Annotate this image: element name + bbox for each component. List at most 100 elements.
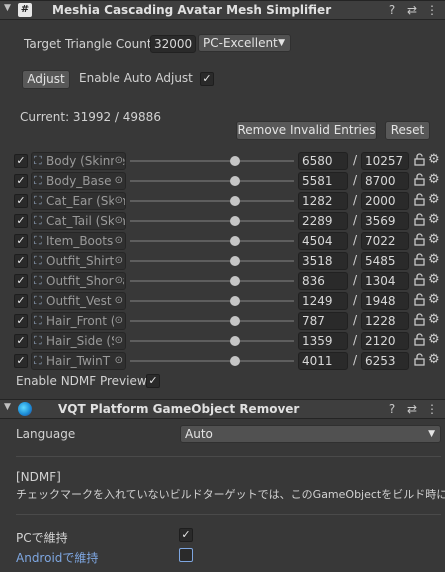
object-picker-icon[interactable]: ⊙ xyxy=(113,273,123,289)
entry-slider-track[interactable] xyxy=(130,300,294,302)
object-picker-icon[interactable]: ⊙ xyxy=(113,353,123,369)
menu-icon[interactable]: ⋮ xyxy=(425,3,439,17)
gear-icon[interactable]: ⚙ xyxy=(428,232,440,247)
lock-icon[interactable] xyxy=(414,293,425,309)
object-picker-icon[interactable]: ⊙ xyxy=(113,233,123,249)
mesh-simplifier-header[interactable]: ▼ # Meshia Cascading Avatar Mesh Simplif… xyxy=(0,0,445,20)
lock-icon[interactable] xyxy=(414,213,425,229)
entry-mesh-field[interactable]: ⛶ Outfit_Vest ⊙ xyxy=(31,292,126,310)
entry-target-input[interactable]: 6580 xyxy=(298,152,348,170)
entry-target-input[interactable]: 3518 xyxy=(298,252,348,270)
remover-header[interactable]: ▼ VQT Platform GameObject Remover ? ⇄ ⋮ xyxy=(0,399,445,419)
adjust-button[interactable]: Adjust xyxy=(22,70,70,89)
lock-icon[interactable] xyxy=(414,253,425,269)
android-keep-checkbox[interactable] xyxy=(179,548,193,562)
target-triangle-input[interactable]: 32000 xyxy=(150,35,196,53)
entry-mesh-field[interactable]: ⛶ Item_Boots ⊙ xyxy=(31,232,126,250)
help-icon[interactable]: ? xyxy=(385,402,399,416)
lock-icon[interactable] xyxy=(414,333,425,349)
gear-icon[interactable]: ⚙ xyxy=(428,212,440,227)
entry-slider-track[interactable] xyxy=(130,160,294,162)
reset-button[interactable]: Reset xyxy=(385,121,430,140)
entry-enabled-checkbox[interactable]: ✓ xyxy=(14,174,28,188)
entry-slider-thumb[interactable] xyxy=(230,336,241,346)
entry-enabled-checkbox[interactable]: ✓ xyxy=(14,274,28,288)
entry-slider-track[interactable] xyxy=(130,180,294,182)
entry-slider-thumb[interactable] xyxy=(230,256,241,266)
object-picker-icon[interactable]: ⊙ xyxy=(113,333,123,349)
entry-slider-track[interactable] xyxy=(130,220,294,222)
entry-enabled-checkbox[interactable]: ✓ xyxy=(14,154,28,168)
preset-dropdown[interactable]: PC-Excellent ▼ xyxy=(198,34,291,52)
presets-icon[interactable]: ⇄ xyxy=(405,402,419,416)
entry-enabled-checkbox[interactable]: ✓ xyxy=(14,194,28,208)
entry-enabled-checkbox[interactable]: ✓ xyxy=(14,234,28,248)
entry-slider-thumb[interactable] xyxy=(230,216,241,226)
menu-icon[interactable]: ⋮ xyxy=(425,402,439,416)
entry-target-input[interactable]: 5581 xyxy=(298,172,348,190)
gear-icon[interactable]: ⚙ xyxy=(428,172,440,187)
help-icon[interactable]: ? xyxy=(385,3,399,17)
entry-slider-track[interactable] xyxy=(130,260,294,262)
entry-mesh-field[interactable]: ⛶ Hair_Front (⊙ xyxy=(31,312,126,330)
gear-icon[interactable]: ⚙ xyxy=(428,352,440,367)
entry-target-input[interactable]: 1282 xyxy=(298,192,348,210)
entry-mesh-field[interactable]: ⛶ Body (Skinned ⊙ xyxy=(31,152,126,170)
object-picker-icon[interactable]: ⊙ xyxy=(113,293,123,309)
entry-mesh-field[interactable]: ⛶ Hair_TwinT ⊙ xyxy=(31,352,126,370)
entry-mesh-field[interactable]: ⛶ Outfit_Shirt ⊙ xyxy=(31,252,126,270)
gear-icon[interactable]: ⚙ xyxy=(428,272,440,287)
entry-slider-thumb[interactable] xyxy=(230,356,241,366)
object-picker-icon[interactable]: ⊙ xyxy=(113,213,123,229)
entry-slider-thumb[interactable] xyxy=(230,236,241,246)
entry-slider-track[interactable] xyxy=(130,360,294,362)
object-picker-icon[interactable]: ⊙ xyxy=(113,313,123,329)
auto-adjust-checkbox[interactable]: ✓ xyxy=(200,72,214,86)
entry-slider-thumb[interactable] xyxy=(230,196,241,206)
gear-icon[interactable]: ⚙ xyxy=(428,192,440,207)
remove-invalid-entries-button[interactable]: Remove Invalid Entries xyxy=(236,121,377,140)
entry-target-input[interactable]: 1359 xyxy=(298,332,348,350)
entry-enabled-checkbox[interactable]: ✓ xyxy=(14,214,28,228)
object-picker-icon[interactable]: ⊙ xyxy=(113,193,123,209)
lock-icon[interactable] xyxy=(414,353,425,369)
entry-slider-thumb[interactable] xyxy=(230,176,241,186)
lock-icon[interactable] xyxy=(414,313,425,329)
lock-icon[interactable] xyxy=(414,193,425,209)
entry-slider-thumb[interactable] xyxy=(230,156,241,166)
fold-icon[interactable]: ▼ xyxy=(4,3,11,13)
pc-keep-checkbox[interactable]: ✓ xyxy=(179,528,193,542)
entry-mesh-field[interactable]: ⛶ Hair_Side (S ⊙ xyxy=(31,332,126,350)
language-dropdown[interactable]: Auto ▼ xyxy=(180,425,441,443)
entry-enabled-checkbox[interactable]: ✓ xyxy=(14,334,28,348)
entry-slider-track[interactable] xyxy=(130,200,294,202)
ndmf-preview-checkbox[interactable]: ✓ xyxy=(146,374,160,388)
entry-mesh-field[interactable]: ⛶ Body_Base ⊙ xyxy=(31,172,126,190)
lock-icon[interactable] xyxy=(414,273,425,289)
entry-enabled-checkbox[interactable]: ✓ xyxy=(14,254,28,268)
entry-slider-track[interactable] xyxy=(130,320,294,322)
fold-icon[interactable]: ▼ xyxy=(4,402,11,412)
object-picker-icon[interactable]: ⊙ xyxy=(113,153,123,169)
gear-icon[interactable]: ⚙ xyxy=(428,312,440,327)
entry-target-input[interactable]: 836 xyxy=(298,272,348,290)
entry-mesh-field[interactable]: ⛶ Cat_Ear (Skin ⊙ xyxy=(31,192,126,210)
lock-icon[interactable] xyxy=(414,153,425,169)
entry-target-input[interactable]: 4504 xyxy=(298,232,348,250)
gear-icon[interactable]: ⚙ xyxy=(428,332,440,347)
entry-mesh-field[interactable]: ⛶ Cat_Tail (Skin ⊙ xyxy=(31,212,126,230)
entry-mesh-field[interactable]: ⛶ Outfit_Shorts ⊙ xyxy=(31,272,126,290)
entry-target-input[interactable]: 4011 xyxy=(298,352,348,370)
presets-icon[interactable]: ⇄ xyxy=(405,3,419,17)
entry-enabled-checkbox[interactable]: ✓ xyxy=(14,294,28,308)
entry-enabled-checkbox[interactable]: ✓ xyxy=(14,314,28,328)
entry-slider-track[interactable] xyxy=(130,240,294,242)
entry-slider-thumb[interactable] xyxy=(230,316,241,326)
entry-slider-track[interactable] xyxy=(130,280,294,282)
gear-icon[interactable]: ⚙ xyxy=(428,252,440,267)
gear-icon[interactable]: ⚙ xyxy=(428,152,440,167)
entry-enabled-checkbox[interactable]: ✓ xyxy=(14,354,28,368)
entry-target-input[interactable]: 2289 xyxy=(298,212,348,230)
lock-icon[interactable] xyxy=(414,233,425,249)
object-picker-icon[interactable]: ⊙ xyxy=(113,253,123,269)
